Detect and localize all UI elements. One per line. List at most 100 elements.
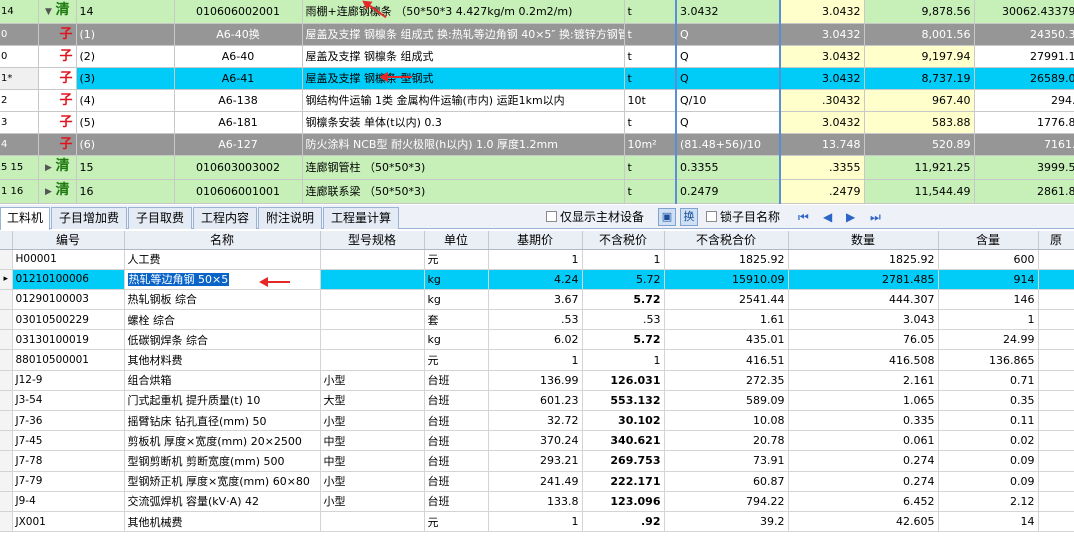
resource-row-selected[interactable]: ▸ 01210100006 热轧等边角钢 50×5 kg 4.24 5.72 15910.0… — [0, 269, 1074, 290]
column-header-spec[interactable]: 型号规格 — [320, 231, 425, 250]
resource-quantity[interactable]: 2781.485 — [788, 269, 939, 290]
resource-quantity[interactable]: 3.043 — [788, 309, 939, 331]
tab-labor-material-machine[interactable]: 工料机 — [0, 207, 50, 230]
bill-row[interactable]: 14 ▼ 清 14 010606002001 雨棚+连廊钢檩条 （50*50*3 … — [0, 0, 1074, 24]
sub-qty-expr[interactable]: Q — [676, 111, 781, 134]
main-material-only-option[interactable]: 仅显示主材设备 — [546, 209, 644, 225]
sub-name[interactable]: 屋盖及支撑 钢檩条 组成式 换:热轧等边角钢 40×5″ 换:镀锌方钢管 50 — [302, 23, 625, 46]
resource-row[interactable]: 03010500229 螺栓 综合套 .53.53 1.61 3.043 1 — [0, 309, 1074, 331]
resource-name[interactable]: 热轧钢板 综合 — [124, 289, 321, 311]
resource-price[interactable]: 1 — [582, 349, 665, 371]
tab-sub-item-fee[interactable]: 子目取费 — [128, 207, 192, 229]
resource-name[interactable]: 螺栓 综合 — [124, 309, 321, 331]
tree-toggle[interactable]: ▶ 清 — [38, 155, 77, 180]
bill-row[interactable]: 5 15 ▶ 清 15 010603003002 连廊钢管柱 （50*50*3) … — [0, 155, 1074, 180]
column-header-content[interactable]: 含量 — [938, 231, 1039, 250]
sub-qty-expr[interactable]: Q — [676, 45, 781, 68]
resource-price[interactable]: 269.753 — [582, 450, 665, 472]
resource-quantity[interactable]: 42.605 — [788, 511, 939, 533]
bill-qty-expr[interactable]: 3.0432 — [676, 0, 781, 24]
resource-row[interactable]: H00001 人工费元 1 1 1825.92 1825.92 600 — [0, 249, 1074, 270]
chevron-right-icon[interactable]: ▶ — [42, 182, 56, 203]
tab-quantity-calc[interactable]: 工程量计算 — [323, 207, 399, 229]
lock-name-option[interactable]: 锁子目名称 — [706, 209, 780, 225]
tree-toggle[interactable]: ▼ 清 — [38, 0, 77, 24]
resource-name[interactable]: 交流弧焊机 容量(kV·A) 42 — [124, 491, 321, 512]
sub-item-row[interactable]: 0 子 (2) A6-40 屋盖及支撑 钢檩条 组成式 t Q 3.0432 9… — [0, 45, 1074, 68]
resource-row[interactable]: J7-79 型钢矫正机 厚度×宽度(mm) 60×80 小型 台班 241.49 222.… — [0, 471, 1074, 492]
sub-item-row[interactable]: 0 子 (1) A6-40换 屋盖及支撑 钢檩条 组成式 换:热轧等边角钢 40… — [0, 23, 1074, 46]
resource-row[interactable]: J9-4 交流弧焊机 容量(kV·A) 42 小型 台班 133.8 123.096 794… — [0, 491, 1074, 512]
bill-items-grid[interactable]: 14 ▼ 清 14 010606002001 雨棚+连廊钢檩条 （50*50*3 … — [0, 0, 1074, 204]
bill-qty-expr[interactable]: 0.2479 — [676, 179, 781, 204]
resource-price[interactable]: .53 — [582, 309, 665, 331]
sub-qty-expr[interactable]: (81.48+56)/10 — [676, 133, 781, 156]
tab-sub-item-surcharge[interactable]: 子目增加费 — [51, 207, 127, 229]
resource-price[interactable]: 30.102 — [582, 410, 665, 432]
chevron-down-icon[interactable]: ▼ — [42, 2, 56, 23]
resource-row[interactable]: JX001 其他机械费 元 1.92 39.2 42.605 14 — [0, 511, 1074, 533]
resource-name[interactable]: 热轧等边角钢 50×5 — [124, 269, 321, 290]
resource-price[interactable]: 5.72 — [582, 269, 665, 290]
resource-quantity[interactable]: 2.161 — [788, 370, 939, 391]
bill-qty-expr[interactable]: 0.3355 — [676, 155, 781, 180]
resource-name[interactable]: 其他机械费 — [124, 511, 321, 533]
column-header-quantity[interactable]: 数量 — [788, 231, 939, 250]
resource-name[interactable]: 组合烘箱 — [124, 370, 321, 391]
bill-name[interactable]: 雨棚+连廊钢檩条 （50*50*3 4.427kg/m 0.2m2/m) — [302, 0, 625, 24]
main-material-only-checkbox[interactable] — [546, 211, 557, 222]
swap-button[interactable]: 换 — [680, 208, 698, 226]
column-header-name[interactable]: 名称 — [124, 231, 321, 250]
resource-row[interactable]: J12-9 组合烘箱 小型 台班 136.99 126.031 272.35 2.161 0.7… — [0, 370, 1074, 391]
resource-quantity[interactable]: 0.061 — [788, 430, 939, 452]
resource-row[interactable]: J7-78 型钢剪断机 剪断宽度(mm) 500 中型 台班 293.21 269.753… — [0, 450, 1074, 472]
resource-price[interactable]: 123.096 — [582, 491, 665, 512]
resource-name[interactable]: 其他材料费 — [124, 349, 321, 371]
resource-price[interactable]: 222.171 — [582, 471, 665, 492]
resource-name[interactable]: 门式起重机 提升质量(t) 10 — [124, 390, 321, 412]
resource-quantity[interactable]: 0.274 — [788, 450, 939, 472]
sub-name[interactable]: 钢结构件运输 1类 金属构件运输(市内) 运距1km以内 — [302, 89, 625, 112]
resource-quantity[interactable]: 0.274 — [788, 471, 939, 492]
resource-quantity[interactable]: 1.065 — [788, 390, 939, 412]
resource-row[interactable]: 88010500001 其他材料费元 1 1 416.51 416.508 136.865 — [0, 349, 1074, 371]
sub-name[interactable]: 钢檩条安装 单体(t以内) 0.3 — [302, 111, 625, 134]
resource-price[interactable]: 340.621 — [582, 430, 665, 452]
resource-quantity[interactable]: 76.05 — [788, 329, 939, 351]
tab-work-content[interactable]: 工程内容 — [193, 207, 257, 229]
tree-toggle[interactable]: ▶ 清 — [38, 179, 77, 204]
column-header-price[interactable]: 不含税价 — [582, 231, 665, 250]
resource-row[interactable]: 01290100003 热轧钢板 综合 kg 3.67 5.72 2541.44 444.3… — [0, 289, 1074, 311]
bill-name[interactable]: 连廊钢管柱 （50*50*3) — [302, 155, 625, 180]
first-record-icon[interactable]: ⏮ — [798, 210, 809, 224]
resource-price[interactable]: .92 — [582, 511, 665, 533]
resource-name[interactable]: 型钢矫正机 厚度×宽度(mm) 60×80 — [124, 471, 321, 492]
bill-name[interactable]: 连廊联系梁 （50*50*3) — [302, 179, 625, 204]
sub-qty-expr[interactable]: Q — [676, 23, 781, 46]
resource-name[interactable]: 低碳钢焊条 综合 — [124, 329, 321, 351]
resource-quantity[interactable]: 1825.92 — [788, 249, 939, 270]
resource-name[interactable]: 型钢剪断机 剪断宽度(mm) 500 — [124, 450, 321, 472]
resource-name[interactable]: 摇臂钻床 钻孔直径(mm) 50 — [124, 410, 321, 432]
sub-qty-expr[interactable]: Q — [676, 67, 781, 90]
resource-grid[interactable]: 编号 名称 型号规格 单位 基期价 不含税价 不含税合价 数量 含量 原 H00… — [0, 231, 1074, 533]
resource-price[interactable]: 1 — [582, 249, 665, 270]
next-record-icon[interactable]: ▶ — [846, 210, 855, 224]
sub-item-row[interactable]: 3 子 (5) A6-181 钢檩条安装 单体(t以内) 0.3 t Q 3.0… — [0, 111, 1074, 134]
chevron-right-icon[interactable]: ▶ — [42, 158, 56, 179]
sub-qty-expr[interactable]: Q/10 — [676, 89, 781, 112]
sub-item-row[interactable]: 4 子 (6) A6-127 防火涂料 NCB型 耐火极限(h以内) 1.0 厚… — [0, 133, 1074, 156]
resource-name[interactable]: 剪板机 厚度×宽度(mm) 20×2500 — [124, 430, 321, 452]
sub-name[interactable]: 屋盖及支撑 钢檩条 组成式 — [302, 45, 625, 68]
resource-row[interactable]: 03130100019 低碳钢焊条 综合 kg 6.02 5.72 435.01 76.05… — [0, 329, 1074, 351]
sub-name[interactable]: 屋盖及支撑 钢檩条 型钢式 — [302, 67, 625, 90]
column-header-code[interactable]: 编号 — [12, 231, 125, 250]
prev-record-icon[interactable]: ◀ — [823, 210, 832, 224]
resource-price[interactable]: 5.72 — [582, 329, 665, 351]
sub-item-row-selected[interactable]: 1* 子 (3) A6-41 屋盖及支撑 钢檩条 型钢式 t Q 3.0432 … — [0, 67, 1074, 90]
monitor-icon[interactable]: ▣ — [658, 208, 676, 226]
resource-row[interactable]: J3-54 门式起重机 提升质量(t) 10 大型 台班 601.23 553.132 58… — [0, 390, 1074, 412]
resource-price[interactable]: 126.031 — [582, 370, 665, 391]
tab-notes[interactable]: 附注说明 — [258, 207, 322, 229]
resource-quantity[interactable]: 6.452 — [788, 491, 939, 512]
